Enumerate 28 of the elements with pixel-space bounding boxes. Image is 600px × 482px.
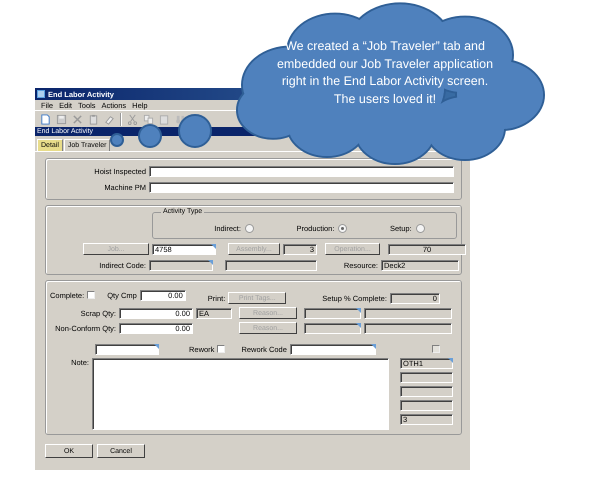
input-field[interactable] [400, 400, 453, 411]
input-field[interactable] [225, 260, 317, 270]
eraser-icon[interactable] [104, 114, 115, 124]
clipboard-icon[interactable] [88, 114, 99, 124]
input-field[interactable] [364, 322, 452, 334]
checkbox[interactable] [217, 345, 226, 353]
input-field[interactable] [364, 308, 452, 318]
input-field[interactable] [95, 344, 159, 354]
radio-button[interactable] [244, 224, 254, 233]
input-field[interactable] [304, 308, 361, 318]
input-field[interactable] [149, 166, 454, 176]
input-field[interactable] [304, 322, 361, 334]
copy-icon[interactable] [143, 114, 154, 124]
input-field[interactable] [149, 182, 454, 192]
thought-bubble [178, 114, 212, 148]
checkbox[interactable] [87, 291, 96, 299]
radio-button[interactable] [338, 224, 348, 233]
input-field[interactable] [400, 386, 453, 397]
app-icon [37, 90, 45, 98]
new-document-icon[interactable] [40, 114, 51, 124]
input-field[interactable] [290, 344, 376, 354]
save-icon[interactable] [56, 114, 67, 124]
thought-bubble [110, 133, 124, 147]
toolbar-separator [120, 112, 122, 126]
radio-button[interactable] [416, 224, 425, 233]
note-field[interactable] [92, 358, 389, 430]
input-field[interactable] [400, 372, 453, 383]
input-field[interactable] [149, 260, 213, 270]
